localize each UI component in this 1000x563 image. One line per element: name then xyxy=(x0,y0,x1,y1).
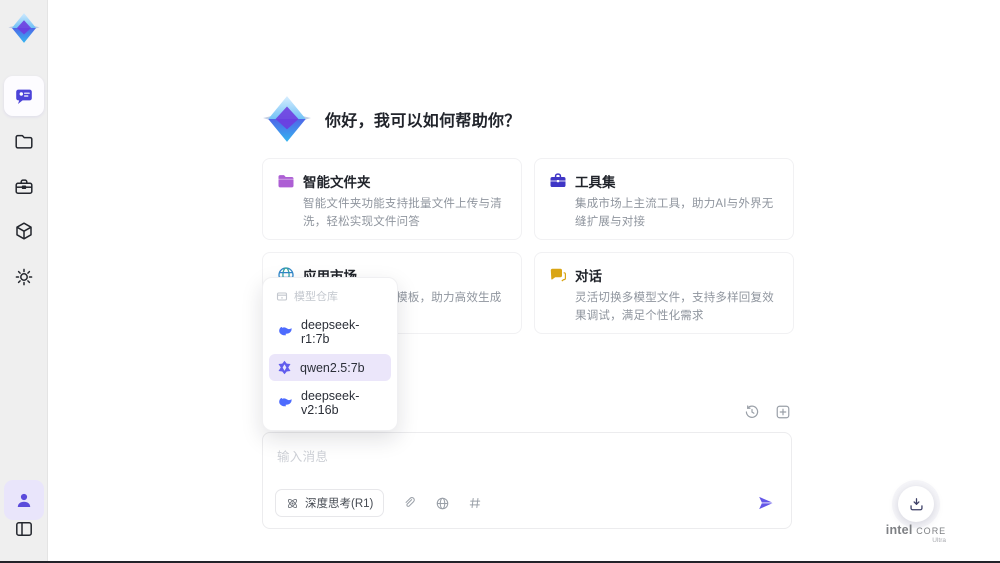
folder-icon xyxy=(14,131,34,151)
deepseek-whale-icon xyxy=(277,324,293,340)
sidebar xyxy=(0,0,48,563)
greeting-logo-gem-icon xyxy=(262,94,312,144)
history-button[interactable] xyxy=(743,403,761,421)
gear-icon xyxy=(14,267,34,287)
send-button[interactable] xyxy=(755,492,777,514)
intel-logo-text: intel xyxy=(885,523,913,537)
card-desc: 灵活切换多模型文件，支持多样回复效果调试，满足个性化需求 xyxy=(575,292,774,322)
sidebar-item-toolbox[interactable] xyxy=(4,167,44,207)
model-option-label: qwen2.5:7b xyxy=(300,360,365,375)
atom-icon xyxy=(286,497,299,510)
greeting-text: 你好，我可以如何帮助你？ xyxy=(325,113,521,130)
briefcase-indigo-icon xyxy=(549,172,567,190)
app-logo xyxy=(3,7,45,49)
composer-toolbar: 深度思考(R1) xyxy=(275,489,777,517)
core-logo-text: core xyxy=(916,523,947,537)
deep-think-toggle[interactable]: 深度思考(R1) xyxy=(275,489,385,517)
download-fab[interactable] xyxy=(898,486,934,522)
repo-icon xyxy=(276,290,288,302)
sidebar-item-collapse[interactable] xyxy=(4,509,44,549)
card-title: 智能文件夹 xyxy=(303,175,371,190)
sidebar-item-models[interactable] xyxy=(4,211,44,251)
deep-think-label: 深度思考(R1) xyxy=(305,498,374,510)
main-area: 你好，我可以如何帮助你？ 智能文件夹 智能文件夹功能支持批量文件上传与清洗，轻松… xyxy=(49,0,1000,563)
cube-icon xyxy=(14,221,34,241)
qwen-icon xyxy=(277,360,292,375)
user-icon xyxy=(14,490,34,510)
model-option-label: deepseek-v2:16b xyxy=(301,389,360,417)
card-title: 对话 xyxy=(575,269,602,284)
model-option-deepseek-r1[interactable]: deepseek-r1:7b xyxy=(269,312,391,352)
model-option-deepseek-v2[interactable]: deepseek-v2:16b xyxy=(269,383,391,423)
model-option-qwen25[interactable]: qwen2.5:7b xyxy=(269,354,391,381)
model-dropdown-header-label: 模型仓库 xyxy=(294,291,338,303)
collapse-panel-icon xyxy=(14,519,34,539)
card-desc: 智能文件夹功能支持批量文件上传与清洗，轻松实现文件问答 xyxy=(303,198,502,228)
composer-placeholder: 输入消息 xyxy=(277,450,329,464)
sidebar-item-folders[interactable] xyxy=(4,121,44,161)
globe-icon[interactable] xyxy=(433,494,451,512)
card-desc: 集成市场上主流工具，助力AI与外界无缝扩展与对接 xyxy=(575,198,774,228)
paperclip-icon[interactable] xyxy=(400,494,418,512)
card-title: 工具集 xyxy=(575,175,616,190)
download-icon xyxy=(908,496,925,513)
sidebar-item-settings[interactable] xyxy=(4,257,44,297)
card-smart-folder[interactable]: 智能文件夹 智能文件夹功能支持批量文件上传与清洗，轻松实现文件问答 xyxy=(262,158,522,240)
app-window: 你好，我可以如何帮助你？ 智能文件夹 智能文件夹功能支持批量文件上传与清洗，轻松… xyxy=(0,0,1000,563)
hash-grid-icon[interactable] xyxy=(466,494,484,512)
folder-purple-icon xyxy=(277,172,295,190)
card-conversation[interactable]: 对话 灵活切换多模型文件，支持多样回复效果调试，满足个性化需求 xyxy=(534,252,794,334)
message-composer[interactable]: 输入消息 深度思考(R1) xyxy=(262,432,792,529)
greeting-block: 你好，我可以如何帮助你？ xyxy=(262,92,521,146)
card-toolset[interactable]: 工具集 集成市场上主流工具，助力AI与外界无缝扩展与对接 xyxy=(534,158,794,240)
deepseek-whale-icon xyxy=(277,395,293,411)
new-chat-button[interactable] xyxy=(774,403,792,421)
sidebar-item-chat[interactable] xyxy=(4,76,44,116)
logo-gem-icon xyxy=(7,11,41,45)
chat-icon xyxy=(14,86,34,106)
briefcase-icon xyxy=(14,177,34,197)
model-dropdown-header: 模型仓库 xyxy=(269,285,391,310)
model-option-label: deepseek-r1:7b xyxy=(301,318,360,346)
model-dropdown: 模型仓库 deepseek-r1:7b qwen2.5:7b deepseek-… xyxy=(262,277,398,431)
chat-gold-icon xyxy=(549,266,567,284)
intel-core-badge: intel core Ultra xyxy=(880,523,952,545)
ultra-logo-text: Ultra xyxy=(932,537,946,545)
